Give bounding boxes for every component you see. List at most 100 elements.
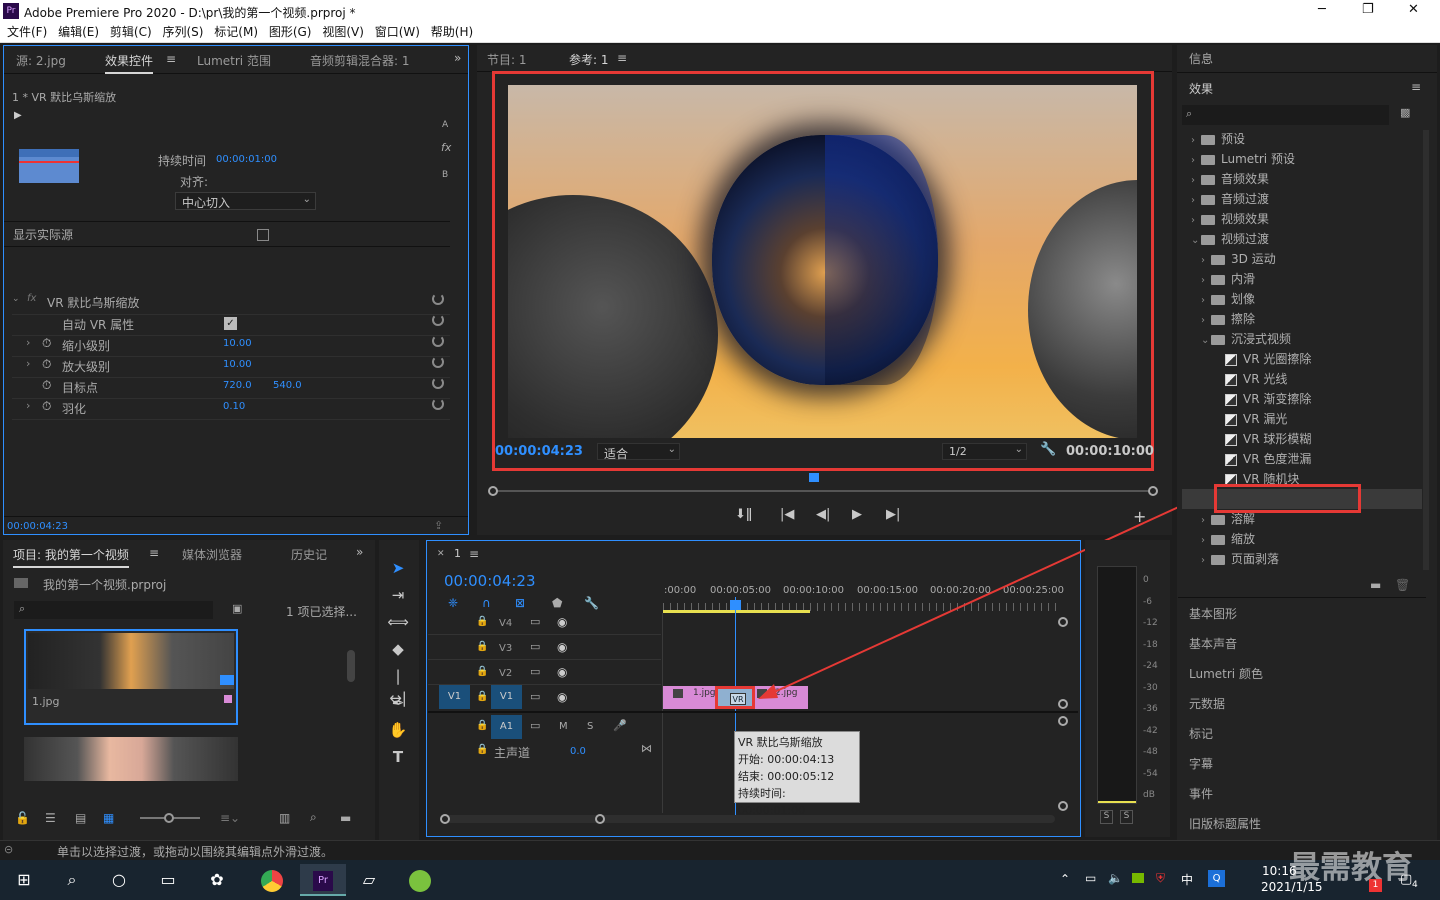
- effect-tree-item[interactable]: VR 渐变擦除: [1183, 390, 1421, 410]
- effect-tree-label: Lumetri 预设: [1221, 152, 1295, 166]
- effect-tree-item[interactable]: VR 漏光: [1183, 410, 1421, 430]
- search-icon: ⌕: [1186, 107, 1193, 120]
- notification-count: 4: [1412, 880, 1418, 890]
- folder-icon: [1211, 294, 1225, 305]
- status-icon: ⊝: [4, 843, 14, 856]
- effects-search-input[interactable]: ⌕: [1182, 105, 1389, 125]
- chevron-right-icon[interactable]: ›: [1191, 195, 1201, 206]
- chevron-right-icon[interactable]: ›: [1201, 255, 1211, 266]
- effect-tree-label: 内滑: [1231, 272, 1256, 286]
- tray-chevron-icon[interactable]: ⌃: [1060, 872, 1070, 886]
- effect-tree-item[interactable]: ⌄ 视频过渡: [1183, 230, 1421, 250]
- effect-tree-item[interactable]: › 溶解: [1183, 510, 1421, 530]
- info-tab[interactable]: 信息: [1189, 50, 1213, 67]
- effect-tree-item[interactable]: VR 光圈擦除: [1183, 350, 1421, 370]
- meter-tick: -18: [1143, 639, 1158, 650]
- panel-events[interactable]: 事件: [1189, 785, 1213, 802]
- effect-tree-item[interactable]: › 预设: [1183, 130, 1421, 150]
- chevron-right-icon[interactable]: ›: [1191, 175, 1201, 186]
- effect-tree-item[interactable]: › 缩放: [1183, 530, 1421, 550]
- transition-effect-icon: [1225, 453, 1237, 466]
- chevron-right-icon[interactable]: ›: [1201, 315, 1211, 326]
- chevron-down-icon[interactable]: ⌄: [1191, 235, 1201, 246]
- cortana-icon[interactable]: ○: [102, 864, 136, 896]
- folder-icon: [1211, 314, 1225, 325]
- effects-tree-scrollbar[interactable]: [1423, 130, 1429, 570]
- solo-right-button[interactable]: S: [1120, 810, 1133, 824]
- chevron-right-icon[interactable]: ›: [1201, 535, 1211, 546]
- effect-tree-item[interactable]: › Lumetri 预设: [1183, 150, 1421, 170]
- panel-markers[interactable]: 标记: [1189, 725, 1213, 742]
- chevron-right-icon[interactable]: ›: [1191, 215, 1201, 226]
- solo-left-button[interactable]: S: [1100, 810, 1113, 824]
- effect-tree-item[interactable]: › 视频效果: [1183, 210, 1421, 230]
- meter-tick: -24: [1143, 661, 1158, 671]
- notepad-app-icon[interactable]: ▱: [352, 864, 386, 896]
- nvidia-icon[interactable]: [1132, 873, 1144, 883]
- ime-indicator[interactable]: 中: [1181, 871, 1193, 888]
- watermark-logo: 最需教育: [1289, 850, 1413, 886]
- chevron-right-icon[interactable]: ›: [1191, 135, 1201, 146]
- volume-icon[interactable]: 🔈: [1108, 871, 1123, 885]
- search-icon[interactable]: ⌕: [55, 864, 89, 896]
- task-view-icon[interactable]: ▭: [151, 864, 185, 896]
- windows-start-icon[interactable]: ⊞: [7, 864, 41, 896]
- panel-essential-sound[interactable]: 基本声音: [1189, 635, 1237, 652]
- security-icon[interactable]: ⛨: [1156, 871, 1165, 886]
- chevron-right-icon[interactable]: ›: [1201, 275, 1211, 286]
- meter-tick: -48: [1143, 747, 1158, 757]
- folder-icon: [1201, 194, 1215, 205]
- effect-tree-label: 缩放: [1231, 532, 1256, 546]
- transition-effect-icon: [1225, 373, 1237, 386]
- chevron-right-icon[interactable]: ›: [1201, 515, 1211, 526]
- effect-tree-item[interactable]: ⌄ 沉浸式视频: [1183, 330, 1421, 350]
- delete-icon[interactable]: 🗑: [1395, 578, 1410, 592]
- new-bin-icon[interactable]: ▬: [1370, 578, 1381, 592]
- effect-tree-item[interactable]: › 音频效果: [1183, 170, 1421, 190]
- effect-tree-label: VR 漏光: [1243, 412, 1288, 426]
- chevron-right-icon[interactable]: ›: [1201, 555, 1211, 566]
- effect-tree-label: VR 光圈擦除: [1243, 352, 1312, 366]
- red-highlight-box-effect: [1214, 484, 1361, 513]
- effect-tree-label: 划像: [1231, 292, 1256, 306]
- pinwheel-app-icon[interactable]: ✿: [200, 864, 234, 896]
- meter-tick: -30: [1143, 682, 1158, 693]
- effect-tree-label: 音频过渡: [1221, 192, 1270, 206]
- effect-tree-item[interactable]: › 内滑: [1183, 270, 1421, 290]
- panel-metadata[interactable]: 元数据: [1189, 695, 1225, 712]
- action-center-icon[interactable]: ▢: [1400, 872, 1412, 887]
- effect-tree-item[interactable]: › 擦除: [1183, 310, 1421, 330]
- panel-lumetri-color[interactable]: Lumetri 颜色: [1189, 665, 1263, 682]
- effects-title: 效果: [1189, 82, 1214, 96]
- effect-tree-item[interactable]: VR 球形模糊: [1183, 430, 1421, 450]
- folder-icon: [1201, 154, 1215, 165]
- chrome-icon[interactable]: [255, 864, 289, 896]
- accelerated-effects-icon[interactable]: ▩: [1400, 106, 1410, 119]
- effect-tree-label: 视频效果: [1221, 212, 1270, 226]
- transition-effect-icon: [1225, 393, 1237, 406]
- chevron-right-icon[interactable]: ›: [1191, 155, 1201, 166]
- effect-tree-item[interactable]: › 划像: [1183, 290, 1421, 310]
- transition-effect-icon: [1225, 433, 1237, 446]
- green-app-icon[interactable]: [403, 864, 437, 896]
- effect-tree-item[interactable]: VR 色度泄漏: [1183, 450, 1421, 470]
- chevron-right-icon[interactable]: ›: [1201, 295, 1211, 306]
- effect-tree-label: 3D 运动: [1231, 252, 1276, 266]
- panel-essential-graphics[interactable]: 基本图形: [1189, 605, 1237, 622]
- audio-meter-bar: [1097, 566, 1137, 804]
- qq-icon[interactable]: Q: [1208, 870, 1225, 887]
- effect-tree-item[interactable]: › 3D 运动: [1183, 250, 1421, 270]
- effect-tree-item[interactable]: › 音频过渡: [1183, 190, 1421, 210]
- effect-tree-item[interactable]: › 页面剥落: [1183, 550, 1421, 570]
- panel-menu-icon[interactable]: ≡: [1411, 80, 1421, 94]
- effect-tree-label: 音频效果: [1221, 172, 1270, 186]
- premiere-taskbar-icon[interactable]: Pr: [300, 864, 346, 896]
- folder-icon: [1211, 514, 1225, 525]
- meter-tick: -54: [1143, 768, 1158, 779]
- meter-tick: -42: [1143, 725, 1158, 736]
- panel-legacy-title[interactable]: 旧版标题属性: [1189, 815, 1261, 832]
- chevron-down-icon[interactable]: ⌄: [1201, 335, 1211, 346]
- panel-captions[interactable]: 字幕: [1189, 755, 1213, 772]
- effect-tree-item[interactable]: VR 光线: [1183, 370, 1421, 390]
- network-icon[interactable]: ▭: [1085, 871, 1096, 885]
